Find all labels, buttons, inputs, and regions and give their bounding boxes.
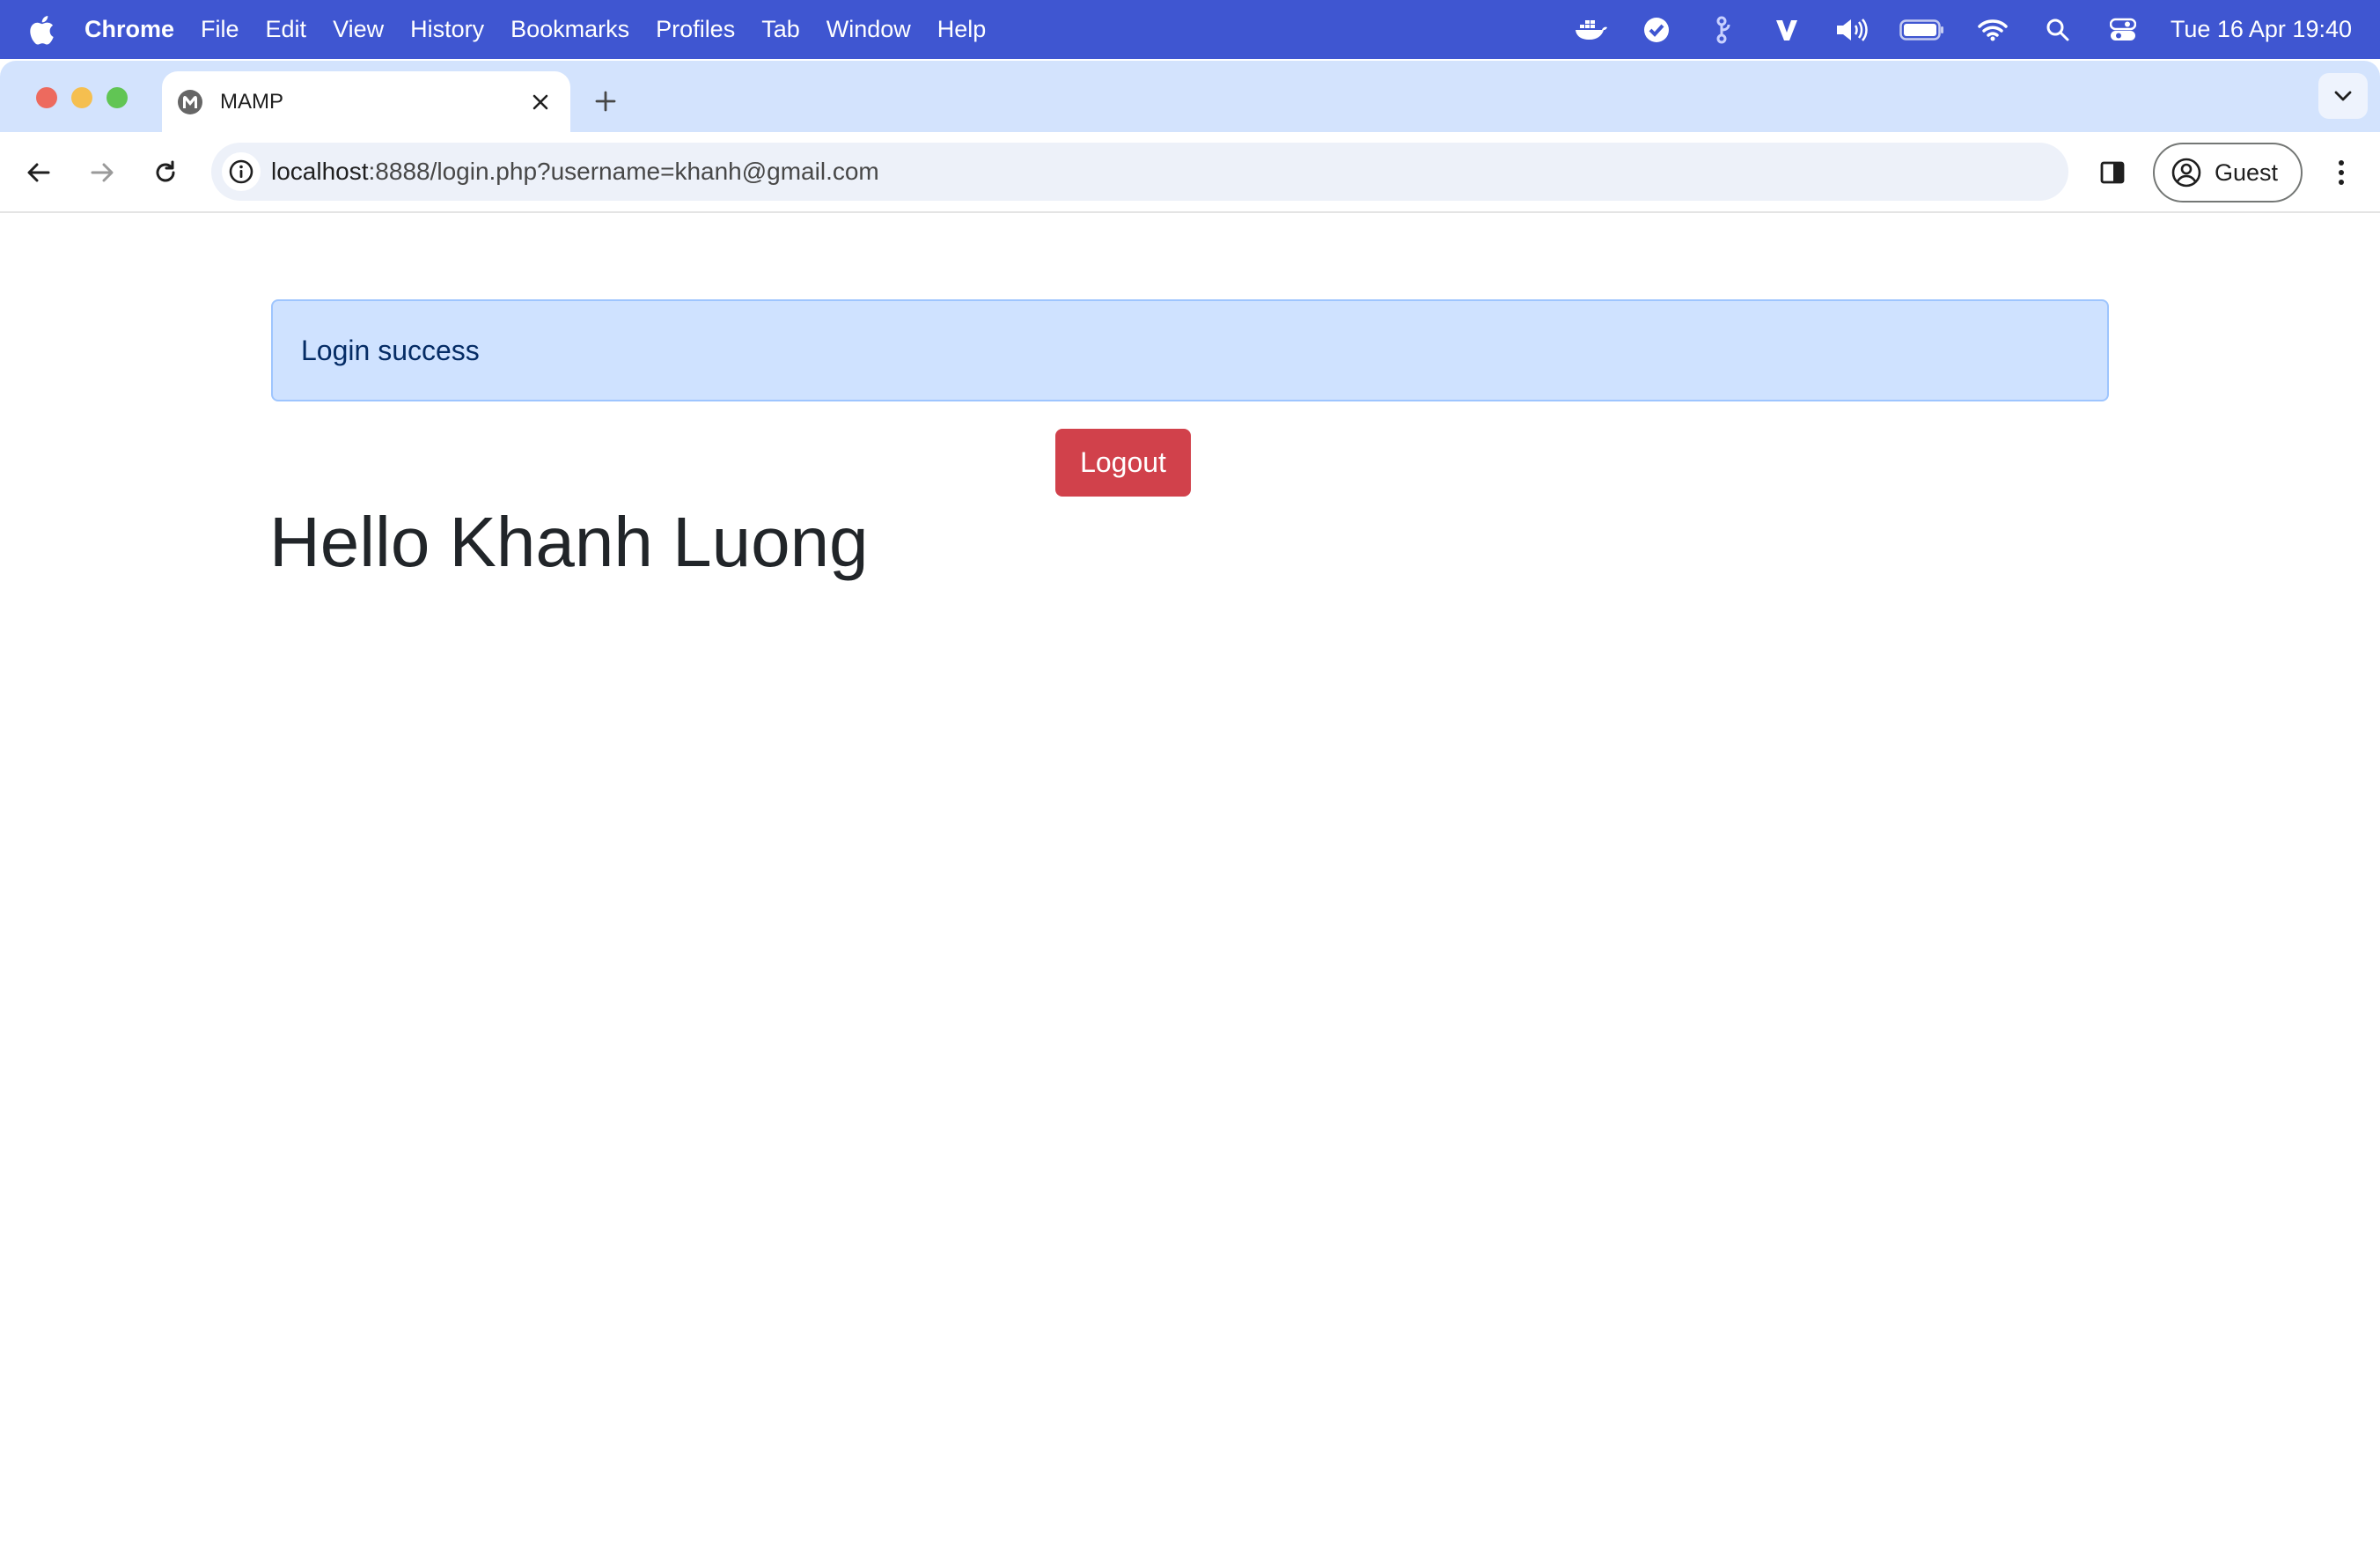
docker-icon[interactable] bbox=[1574, 15, 1609, 45]
wifi-icon[interactable] bbox=[1975, 15, 2010, 45]
tab-title: MAMP bbox=[220, 89, 283, 114]
profile-button[interactable]: Guest bbox=[2153, 143, 2303, 202]
tab-search-chevron-down-icon[interactable] bbox=[2318, 73, 2368, 119]
menu-file[interactable]: File bbox=[201, 16, 239, 43]
volume-icon[interactable] bbox=[1834, 15, 1869, 45]
greeting-heading: Hello Khanh Luong bbox=[269, 503, 869, 581]
kebab-menu-icon[interactable] bbox=[2324, 155, 2359, 190]
menu-view[interactable]: View bbox=[333, 16, 384, 43]
browser-tab-strip: MAMP bbox=[0, 61, 2380, 132]
menu-help[interactable]: Help bbox=[937, 16, 987, 43]
reload-icon[interactable] bbox=[148, 155, 183, 190]
mamp-favicon-icon bbox=[178, 89, 202, 114]
profile-avatar-icon bbox=[2171, 158, 2201, 188]
apple-logo-icon[interactable] bbox=[28, 15, 55, 45]
logout-button[interactable]: Logout bbox=[1055, 429, 1191, 497]
window-minimize-button[interactable] bbox=[71, 87, 92, 108]
menu-profiles[interactable]: Profiles bbox=[656, 16, 735, 43]
menu-bookmarks[interactable]: Bookmarks bbox=[511, 16, 629, 43]
profile-label: Guest bbox=[2215, 158, 2279, 186]
alert-text: Login success bbox=[301, 334, 480, 366]
checkmark-circle-icon[interactable] bbox=[1639, 15, 1674, 45]
browser-toolbar: localhost:8888/login.php?username=khanh@… bbox=[0, 132, 2380, 213]
window-close-button[interactable] bbox=[36, 87, 57, 108]
menu-window[interactable]: Window bbox=[826, 16, 911, 43]
menu-tab[interactable]: Tab bbox=[761, 16, 800, 43]
back-arrow-icon[interactable] bbox=[21, 155, 56, 190]
address-bar[interactable]: localhost:8888/login.php?username=khanh@… bbox=[211, 143, 2068, 201]
page-content: Login success Logout Hello Khanh Luong bbox=[0, 215, 2380, 1546]
macos-menu-bar: Chrome File Edit View History Bookmarks … bbox=[0, 0, 2380, 59]
forward-arrow-icon[interactable] bbox=[84, 155, 120, 190]
url-path: :8888/login.php?username=khanh@gmail.com bbox=[368, 158, 879, 185]
url-host: localhost bbox=[271, 158, 369, 185]
side-panel-icon[interactable] bbox=[2095, 155, 2130, 190]
window-zoom-button[interactable] bbox=[107, 87, 128, 108]
login-success-alert: Login success bbox=[271, 299, 2109, 401]
menu-app-name[interactable]: Chrome bbox=[84, 16, 174, 43]
battery-icon[interactable] bbox=[1899, 15, 1945, 45]
url-text[interactable]: localhost:8888/login.php?username=khanh@… bbox=[271, 158, 879, 186]
git-icon[interactable] bbox=[1704, 15, 1739, 45]
tab-close-icon[interactable] bbox=[526, 88, 555, 116]
new-tab-plus-icon[interactable] bbox=[590, 85, 621, 117]
menu-edit[interactable]: Edit bbox=[266, 16, 307, 43]
browser-tab-active[interactable]: MAMP bbox=[162, 71, 570, 132]
spotlight-search-icon[interactable] bbox=[2040, 15, 2075, 45]
v-icon[interactable] bbox=[1769, 15, 1804, 45]
control-center-icon[interactable] bbox=[2105, 15, 2141, 45]
menubar-clock[interactable]: Tue 16 Apr 19:40 bbox=[2171, 16, 2352, 43]
status-area: Tue 16 Apr 19:40 bbox=[1544, 0, 2352, 59]
site-info-icon[interactable] bbox=[222, 152, 261, 191]
menu-history[interactable]: History bbox=[410, 16, 484, 43]
